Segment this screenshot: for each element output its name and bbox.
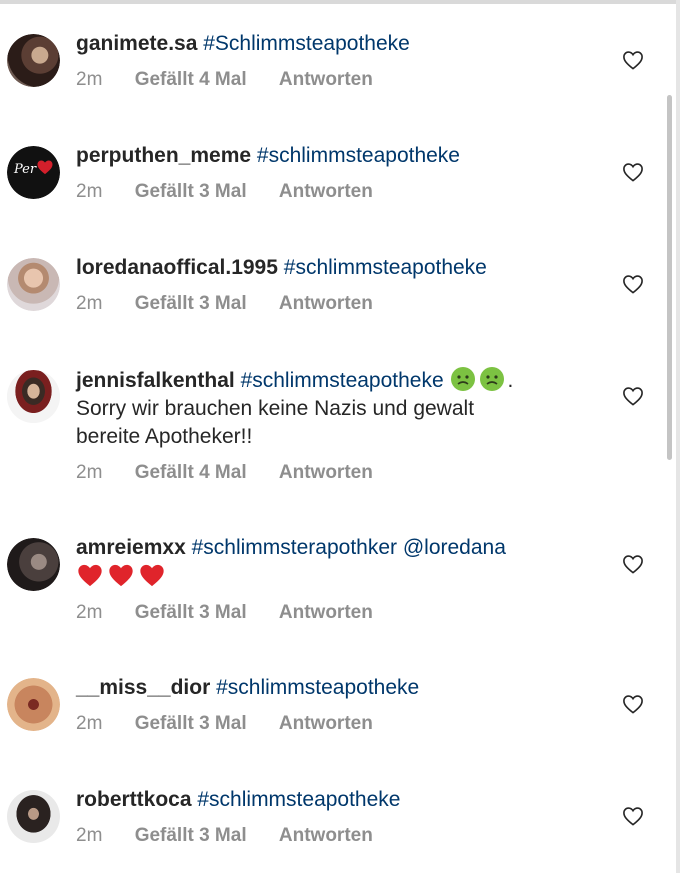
username[interactable]: amreiemxx <box>76 536 186 559</box>
comment-time: 2m <box>76 462 103 483</box>
red-heart-emoji <box>140 564 164 587</box>
comment-meta: 2m Gefällt 3 Mal Antworten <box>76 601 606 625</box>
comment-text: perputhen_meme #schlimmsteapotheke <box>76 142 606 170</box>
comment-line: Sorry wir brauchen keine Nazis und gewal… <box>76 397 475 420</box>
avatar[interactable] <box>7 790 60 843</box>
hashtag[interactable]: #schlimmsteapotheke <box>241 369 444 392</box>
heart-outline-icon[interactable] <box>622 50 644 70</box>
top-edge <box>0 0 680 4</box>
username[interactable]: loredanaoffical.1995 <box>76 256 278 279</box>
reply-button[interactable]: Antworten <box>279 68 373 92</box>
likes-count[interactable]: Gefällt 4 Mal <box>135 68 247 92</box>
comment-meta: 2m Gefällt 3 Mal Antworten <box>76 712 606 736</box>
avatar-logo-text: Per <box>14 162 37 177</box>
heart-outline-icon[interactable] <box>622 806 644 826</box>
likes-count[interactable]: Gefällt 3 Mal <box>135 292 247 316</box>
comment-time: 2m <box>76 713 103 734</box>
avatar[interactable]: Per <box>7 146 60 199</box>
comment-time: 2m <box>76 602 103 623</box>
comment-body: ganimete.sa #Schlimmsteapotheke 2m Gefäl… <box>76 30 606 92</box>
comment-meta: 2m Gefällt 3 Mal Antworten <box>76 180 606 204</box>
comment-text: roberttkoca #schlimmsteapotheke <box>76 786 606 814</box>
heart-logo-icon <box>37 160 53 175</box>
avatar[interactable] <box>7 678 60 731</box>
scrollbar[interactable] <box>667 95 672 460</box>
comment-time: 2m <box>76 181 103 202</box>
heart-outline-icon[interactable] <box>622 162 644 182</box>
comment-meta: 2m Gefällt 3 Mal Antworten <box>76 292 606 316</box>
hashtag[interactable]: #schlimmsteapotheke <box>257 144 460 167</box>
likes-count[interactable]: Gefällt 4 Mal <box>135 461 247 485</box>
heart-outline-icon[interactable] <box>622 554 644 574</box>
comment-text: ganimete.sa #Schlimmsteapotheke <box>76 30 606 58</box>
likes-count[interactable]: Gefällt 3 Mal <box>135 601 247 625</box>
red-heart-emoji <box>78 564 102 587</box>
mention[interactable]: @loredana <box>403 536 506 559</box>
red-heart-emoji <box>109 564 133 587</box>
nauseated-face-emoji <box>450 367 475 391</box>
hashtag[interactable]: #schlimmsteapotheke <box>284 256 487 279</box>
comment-text: __miss__dior #schlimmsteapotheke <box>76 674 606 702</box>
comment-body: loredanaoffical.1995 #schlimmsteapotheke… <box>76 254 606 316</box>
comment-body: __miss__dior #schlimmsteapotheke 2m Gefä… <box>76 674 606 736</box>
comment-meta: 2m Gefällt 3 Mal Antworten <box>76 824 606 848</box>
hashtag[interactable]: #schlimmsteapotheke <box>216 676 419 699</box>
heart-outline-icon[interactable] <box>622 274 644 294</box>
comment-text: amreiemxx #schlimmsterapothker @loredana <box>76 534 606 591</box>
likes-count[interactable]: Gefällt 3 Mal <box>135 824 247 848</box>
comment-body: roberttkoca #schlimmsteapotheke 2m Gefäl… <box>76 786 606 848</box>
reply-button[interactable]: Antworten <box>279 461 373 485</box>
heart-outline-icon[interactable] <box>622 386 644 406</box>
reply-button[interactable]: Antworten <box>279 824 373 848</box>
comment-text: jennisfalkenthal #schlimmsteapotheke . S… <box>76 366 606 451</box>
comment-body: perputhen_meme #schlimmsteapotheke 2m Ge… <box>76 142 606 204</box>
reply-button[interactable]: Antworten <box>279 601 373 625</box>
likes-count[interactable]: Gefällt 3 Mal <box>135 712 247 736</box>
username[interactable]: perputhen_meme <box>76 144 251 167</box>
avatar[interactable] <box>7 34 60 87</box>
avatar[interactable] <box>7 370 60 423</box>
avatar[interactable] <box>7 258 60 311</box>
hashtag[interactable]: #schlimmsteapotheke <box>197 788 400 811</box>
reply-button[interactable]: Antworten <box>279 180 373 204</box>
comment-time: 2m <box>76 825 103 846</box>
username[interactable]: jennisfalkenthal <box>76 369 235 392</box>
avatar[interactable] <box>7 538 60 591</box>
username[interactable]: roberttkoca <box>76 788 192 811</box>
reply-button[interactable]: Antworten <box>279 292 373 316</box>
right-edge <box>676 0 680 873</box>
reply-button[interactable]: Antworten <box>279 712 373 736</box>
username[interactable]: __miss__dior <box>76 676 210 699</box>
comment-meta: 2m Gefällt 4 Mal Antworten <box>76 461 606 485</box>
heart-outline-icon[interactable] <box>622 694 644 714</box>
likes-count[interactable]: Gefällt 3 Mal <box>135 180 247 204</box>
username[interactable]: ganimete.sa <box>76 32 197 55</box>
hashtag[interactable]: #schlimmsterapothker <box>192 536 397 559</box>
comment-text: loredanaoffical.1995 #schlimmsteapotheke <box>76 254 606 282</box>
comment-time: 2m <box>76 293 103 314</box>
comment-meta: 2m Gefällt 4 Mal Antworten <box>76 68 606 92</box>
comment-body: jennisfalkenthal #schlimmsteapotheke . S… <box>76 366 606 485</box>
comment-time: 2m <box>76 69 103 90</box>
comment-line: bereite Apotheker!! <box>76 425 253 448</box>
hashtag[interactable]: #Schlimmsteapotheke <box>203 32 410 55</box>
comment-body: amreiemxx #schlimmsterapothker @loredana… <box>76 534 606 625</box>
comment-punctuation: . <box>507 369 514 392</box>
nauseated-face-emoji <box>479 367 504 391</box>
